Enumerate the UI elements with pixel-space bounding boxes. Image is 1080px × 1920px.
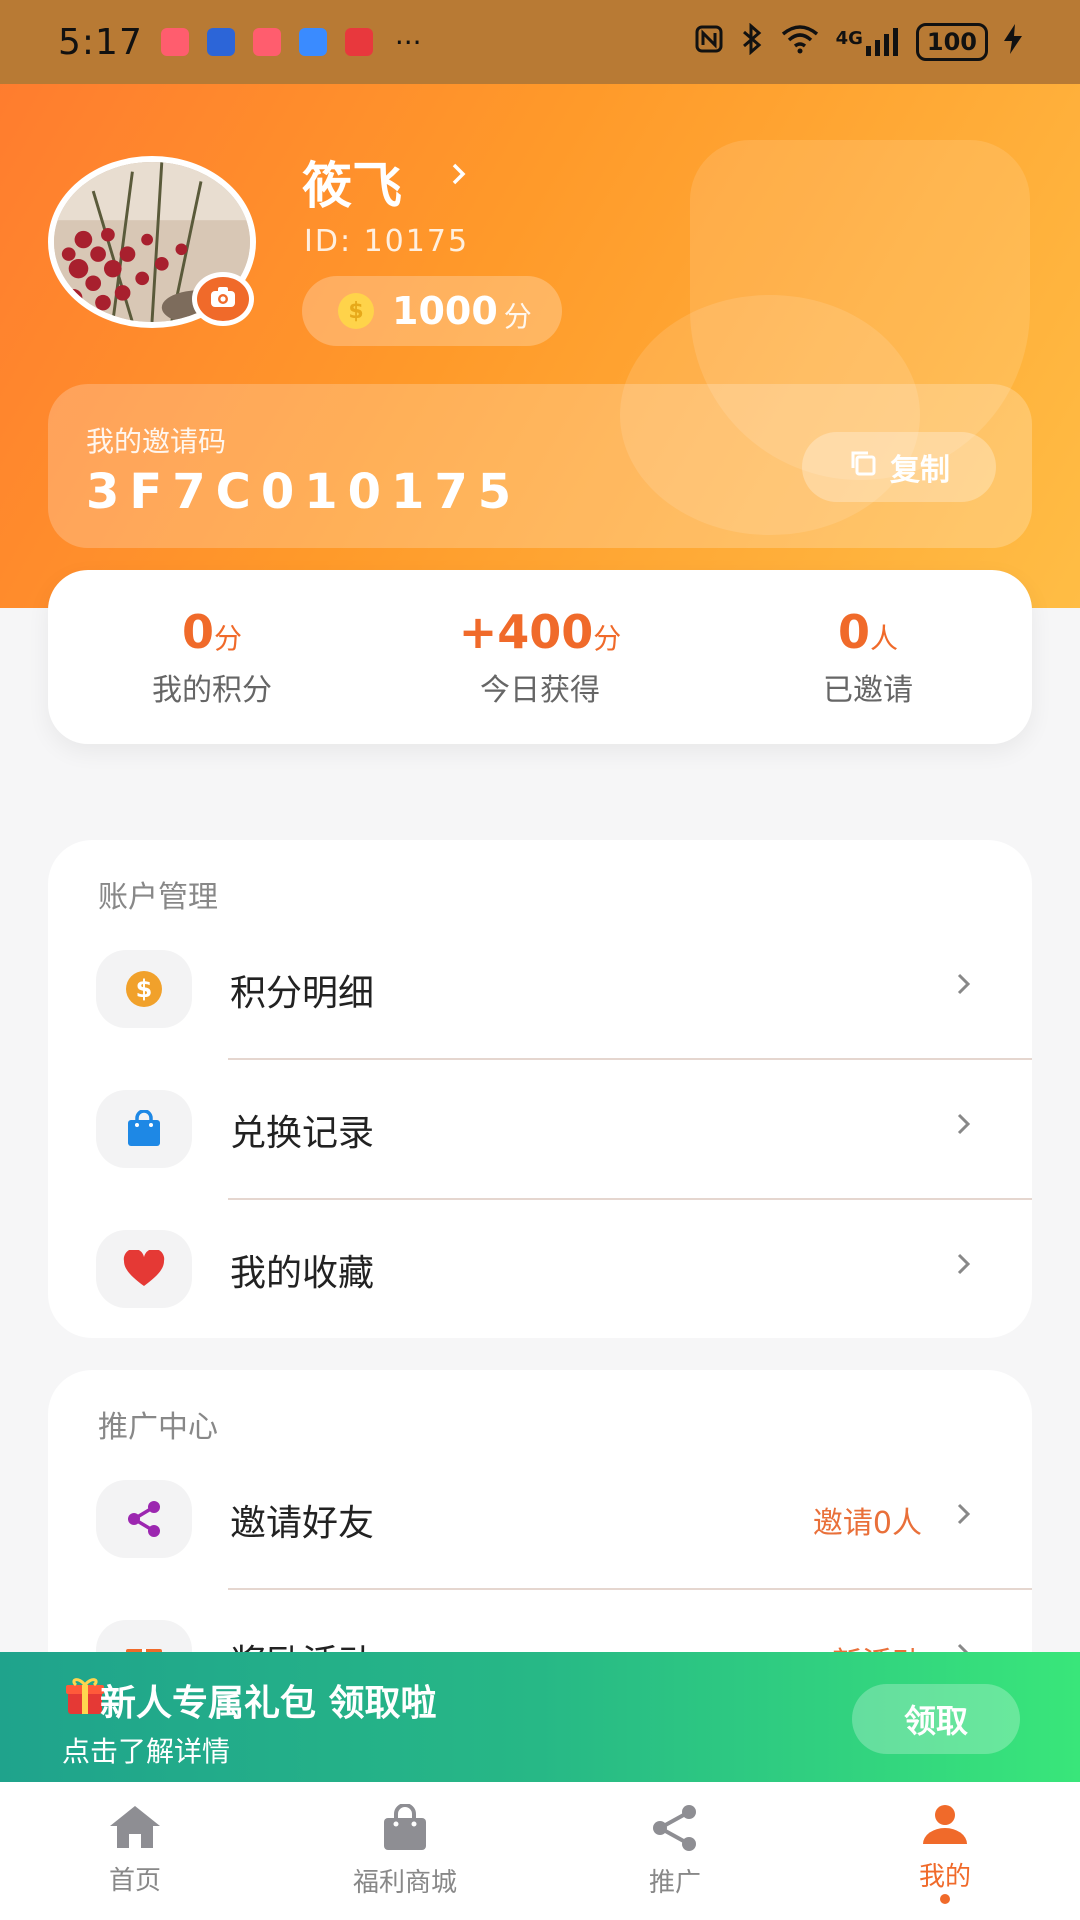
nav-shop[interactable]: 福利商城 [270, 1782, 540, 1920]
stat-label: 已邀请 [823, 673, 913, 708]
user-name[interactable]: 筱飞 [302, 146, 402, 218]
coin-icon: $ [338, 293, 374, 329]
promo-title: 新人专属礼包 领取啦 [100, 1683, 437, 1724]
points-unit: 分 [503, 300, 532, 333]
user-id: ID: 10175 [304, 224, 470, 259]
stats-card: 0分 我的积分 +400分 今日获得 0人 已邀请 [48, 570, 1032, 744]
network-type: 4G [835, 28, 863, 49]
points-badge[interactable]: $ 1000 分 [302, 276, 562, 346]
heart-icon [96, 1230, 192, 1308]
home-icon [108, 1806, 162, 1854]
stat-value: 0 [181, 605, 214, 659]
invite-code-label: 我的邀请码 [86, 425, 227, 458]
copy-button[interactable]: 复制 [802, 432, 996, 502]
nfc-icon [694, 24, 724, 60]
menu-item-exchange-records[interactable]: 兑换记录 [48, 1060, 1032, 1200]
bottom-navigation: 首页 福利商城 推广 我的 [0, 1782, 1080, 1920]
stat-label: 今日获得 [480, 673, 600, 708]
coin-icon: $ [96, 950, 192, 1028]
bag-icon [96, 1090, 192, 1168]
shop-icon [382, 1803, 428, 1856]
stat-today-earned[interactable]: +400分 今日获得 [376, 605, 704, 709]
menu-item-label: 兑换记录 [230, 1113, 375, 1154]
menu-item-favorites[interactable]: 我的收藏 [48, 1200, 1032, 1338]
copy-label: 复制 [890, 453, 950, 488]
stat-unit: 分 [214, 622, 243, 655]
camera-icon [210, 286, 236, 312]
notification-app-icon [298, 28, 327, 56]
chevron-right-icon [956, 966, 972, 1006]
notification-app-icon [160, 28, 189, 56]
points-value: 1000 [392, 289, 498, 333]
account-management-section: 账户管理 $ 积分明细 兑换记录 我的收藏 [48, 840, 1032, 1338]
stat-invited[interactable]: 0人 已邀请 [704, 605, 1032, 709]
stat-value: +400 [458, 605, 594, 659]
cellular-signal-icon: 4G [836, 28, 900, 56]
menu-item-invite-friends[interactable]: 邀请好友 邀请0人 [48, 1450, 1032, 1590]
nav-label: 福利商城 [352, 1868, 457, 1898]
promo-subtitle: 点击了解详情 [62, 1735, 231, 1768]
bluetooth-icon [740, 22, 764, 61]
status-time: 5:17 [58, 21, 143, 63]
nav-promote[interactable]: 推广 [540, 1782, 810, 1920]
stat-my-points[interactable]: 0分 我的积分 [48, 605, 376, 709]
battery-indicator: 100 [915, 23, 988, 61]
chevron-right-icon [956, 1496, 972, 1536]
invite-count-text: 邀请0人 [812, 1506, 922, 1541]
nav-mine[interactable]: 我的 [810, 1782, 1080, 1920]
active-indicator [940, 1894, 950, 1904]
new-user-gift-banner[interactable]: 新人专属礼包 领取啦 点击了解详情 领取 [0, 1652, 1080, 1782]
status-bar: 5:17 ··· 4G 100 [0, 0, 1080, 84]
menu-item-label: 积分明细 [230, 973, 375, 1014]
notification-app-icon [252, 28, 281, 56]
nav-home[interactable]: 首页 [0, 1782, 270, 1920]
share-icon [649, 1805, 701, 1856]
charging-icon [1004, 24, 1022, 60]
change-avatar-button[interactable] [192, 272, 254, 326]
wifi-icon [780, 24, 820, 60]
more-notifications-icon: ··· [394, 25, 422, 59]
invite-code-card: 我的邀请码 3F7C010175 复制 [48, 384, 1032, 548]
stat-value: 0 [837, 605, 870, 659]
copy-icon [848, 448, 878, 486]
section-title: 账户管理 [98, 880, 218, 915]
chevron-right-icon [956, 1106, 972, 1146]
menu-item-label: 我的收藏 [230, 1253, 375, 1294]
user-icon [920, 1805, 970, 1850]
chevron-right-icon [956, 1246, 972, 1286]
stat-unit: 分 [593, 622, 622, 655]
stat-unit: 人 [870, 622, 899, 655]
invite-code: 3F7C010175 [86, 464, 522, 520]
section-title: 推广中心 [98, 1410, 218, 1445]
share-icon [96, 1480, 192, 1558]
nav-label: 首页 [108, 1866, 161, 1896]
chevron-right-icon[interactable] [450, 156, 468, 196]
nav-label: 我的 [918, 1862, 971, 1892]
notification-app-icon [206, 28, 235, 56]
svg-text:$: $ [136, 975, 153, 1003]
menu-item-points-detail[interactable]: $ 积分明细 [48, 920, 1032, 1060]
stat-label: 我的积分 [152, 673, 272, 708]
menu-item-label: 邀请好友 [230, 1503, 375, 1544]
notification-app-icon [344, 28, 373, 56]
claim-button[interactable]: 领取 [852, 1684, 1020, 1754]
nav-label: 推广 [648, 1868, 701, 1898]
